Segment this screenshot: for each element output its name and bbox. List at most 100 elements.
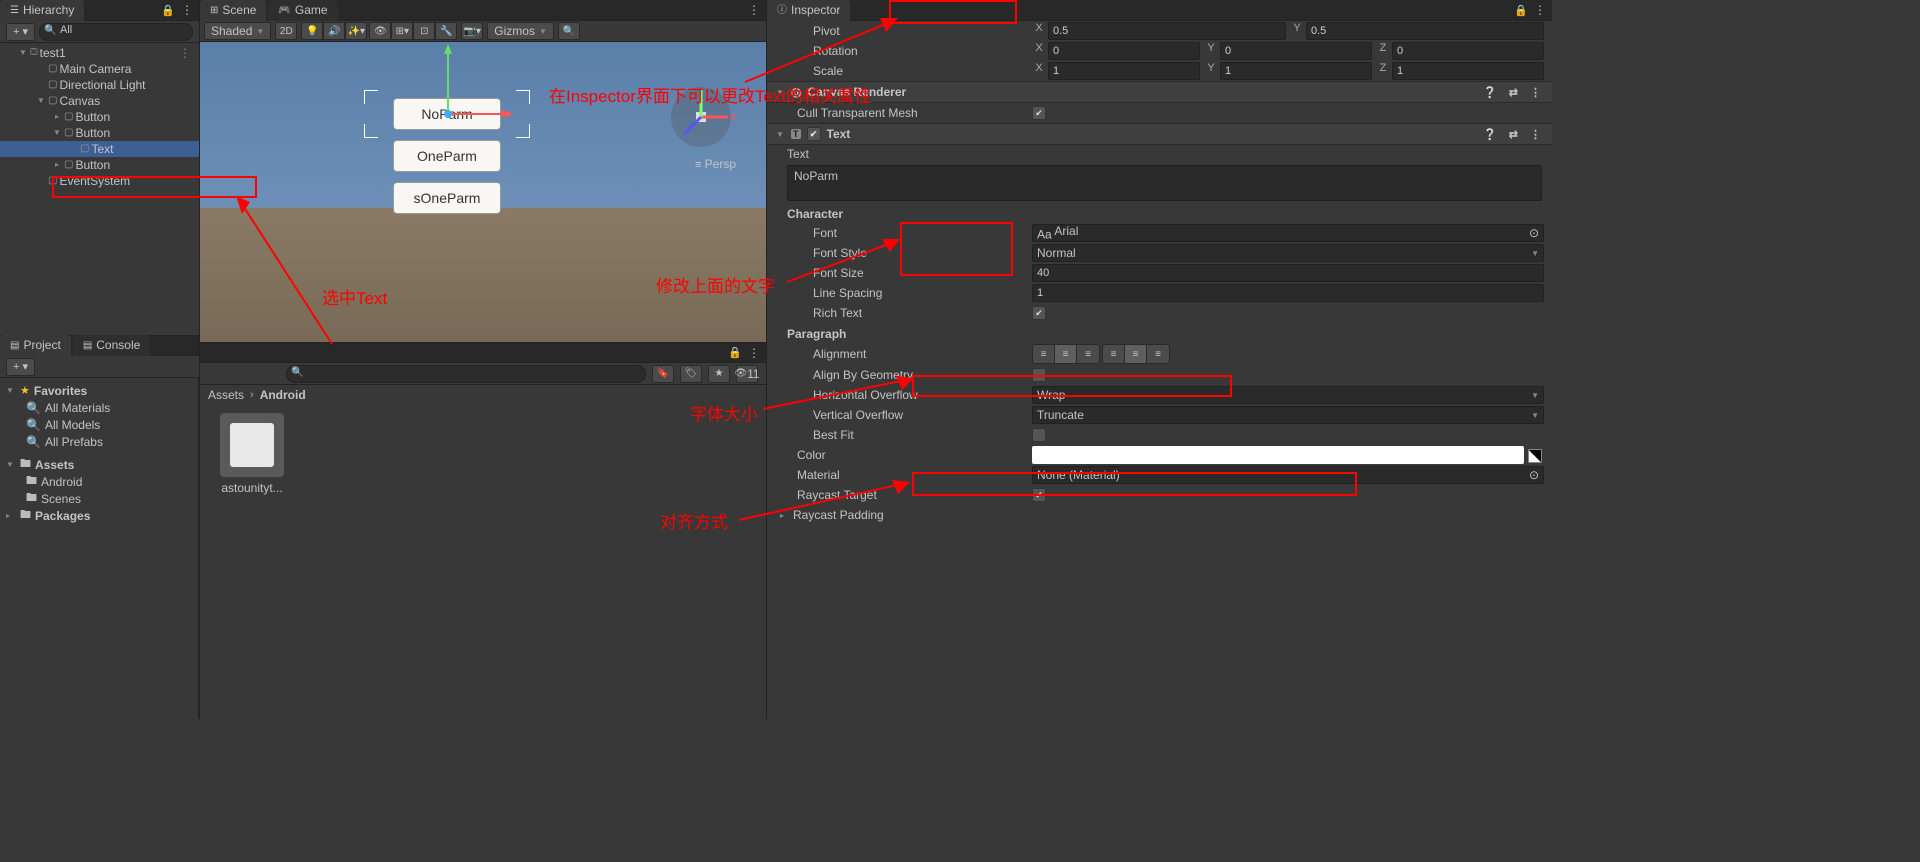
scene-menu-icon[interactable]: ⋮ bbox=[742, 3, 766, 17]
favorite-item[interactable]: 🔍All Models bbox=[0, 416, 198, 433]
scl-x-input[interactable] bbox=[1048, 62, 1200, 80]
scene-tools-icon[interactable]: 🔧 bbox=[435, 22, 457, 40]
text-enabled-checkbox[interactable] bbox=[807, 127, 821, 141]
rot-x-input[interactable] bbox=[1048, 42, 1200, 60]
align-center-button[interactable]: ≡ bbox=[1055, 345, 1077, 363]
font-style-dropdown[interactable]: Normal▼ bbox=[1032, 244, 1544, 262]
assets-folder[interactable]: ▼🖿Assets bbox=[0, 456, 198, 473]
font-size-input[interactable] bbox=[1032, 264, 1544, 282]
pivot-x-input[interactable] bbox=[1048, 22, 1286, 40]
component-menu-icon[interactable]: ⋮ bbox=[1527, 86, 1544, 99]
scl-z-input[interactable] bbox=[1392, 62, 1544, 80]
breadcrumb-item[interactable]: Android bbox=[260, 388, 306, 402]
scene-audio-icon[interactable]: 🔊 bbox=[323, 22, 345, 40]
align-middle-button[interactable]: ≡ bbox=[1125, 345, 1147, 363]
packages-folder[interactable]: ▸🖿Packages bbox=[0, 507, 198, 524]
align-top-button[interactable]: ≡ bbox=[1103, 345, 1125, 363]
text-component-header[interactable]: ▼TText❔⇄⋮ bbox=[767, 123, 1552, 145]
text-input[interactable]: NoParm bbox=[787, 165, 1542, 201]
align-bottom-button[interactable]: ≡ bbox=[1147, 345, 1169, 363]
help-icon[interactable]: ❔ bbox=[1480, 128, 1500, 141]
hierarchy-search[interactable]: All bbox=[39, 23, 193, 41]
favorite-item[interactable]: 🔍All Materials bbox=[0, 399, 198, 416]
preset-icon[interactable]: ⇄ bbox=[1506, 128, 1521, 141]
hierarchy-menu-icon[interactable]: ⋮ bbox=[175, 3, 199, 17]
scene-tab[interactable]: ⊞Scene bbox=[200, 0, 266, 21]
console-tab[interactable]: ▤Console bbox=[73, 335, 150, 356]
folder-item[interactable]: 🖿Android bbox=[0, 473, 198, 490]
lock-icon[interactable]: 🔒 bbox=[161, 4, 175, 17]
scene-hidden-icon[interactable]: 👁 bbox=[369, 22, 391, 40]
align-left-button[interactable]: ≡ bbox=[1033, 345, 1055, 363]
preset-icon[interactable]: ⇄ bbox=[1506, 86, 1521, 99]
canvas-renderer-header[interactable]: ▼◎Canvas Renderer❔⇄⋮ bbox=[767, 81, 1552, 103]
game-tab[interactable]: 🎮Game bbox=[268, 0, 337, 21]
favorites-folder[interactable]: ▼★Favorites bbox=[0, 382, 198, 399]
hierarchy-item[interactable]: ▸▢Button bbox=[0, 157, 199, 173]
lock-icon[interactable]: 🔒 bbox=[728, 346, 742, 359]
scene-camera-icon[interactable]: 📷▾ bbox=[461, 22, 483, 40]
hierarchy-tab[interactable]: ☰Hierarchy bbox=[0, 0, 84, 21]
favorite-filter-icon[interactable]: ★ bbox=[708, 365, 730, 383]
cull-mesh-checkbox[interactable] bbox=[1032, 106, 1046, 120]
picker-icon[interactable]: ⊙ bbox=[1529, 226, 1539, 240]
line-spacing-input[interactable] bbox=[1032, 284, 1544, 302]
mode-2d-button[interactable]: 2D bbox=[275, 22, 297, 40]
scene-snap-icon[interactable]: ⊡ bbox=[413, 22, 435, 40]
scene-ui-button: sOneParm bbox=[393, 182, 501, 214]
rot-z-input[interactable] bbox=[1392, 42, 1544, 60]
align-right-button[interactable]: ≡ bbox=[1077, 345, 1099, 363]
color-field[interactable] bbox=[1032, 446, 1524, 464]
favorite-item[interactable]: 🔍All Prefabs bbox=[0, 433, 198, 450]
align-geom-checkbox[interactable] bbox=[1032, 368, 1046, 382]
scene-grid-icon[interactable]: ⊞▾ bbox=[391, 22, 413, 40]
rich-text-checkbox[interactable] bbox=[1032, 306, 1046, 320]
scene-fx-icon[interactable]: ✨▾ bbox=[345, 22, 367, 40]
hidden-count[interactable]: 👁 11 bbox=[736, 365, 758, 383]
v-overflow-dropdown[interactable]: Truncate▼ bbox=[1032, 406, 1544, 424]
h-overflow-dropdown[interactable]: Wrap▼ bbox=[1032, 386, 1544, 404]
lock-icon[interactable]: 🔒 bbox=[1514, 4, 1528, 17]
picker-icon[interactable]: ⊙ bbox=[1529, 468, 1539, 482]
hierarchy-item-selected[interactable]: ▢Text bbox=[0, 141, 199, 157]
asset-item[interactable]: astounityt... bbox=[212, 413, 292, 495]
filter-type-icon[interactable]: 🔖 bbox=[652, 365, 674, 383]
hierarchy-item[interactable]: ▢Main Camera bbox=[0, 61, 199, 77]
folder-item[interactable]: 🖿Scenes bbox=[0, 490, 198, 507]
hierarchy-item[interactable]: ▼▢Button bbox=[0, 125, 199, 141]
gizmos-dropdown[interactable]: Gizmos▼ bbox=[487, 22, 554, 40]
create-button[interactable]: + ▾ bbox=[6, 23, 35, 41]
hierarchy-item[interactable]: ▼▢Canvas bbox=[0, 93, 199, 109]
breadcrumb-item[interactable]: Assets bbox=[208, 388, 244, 402]
raycast-target-checkbox[interactable] bbox=[1032, 488, 1046, 502]
font-field[interactable]: Aa Arial⊙ bbox=[1032, 224, 1544, 242]
inspector-tab[interactable]: ⓘInspector bbox=[767, 0, 850, 21]
inspector-menu-icon[interactable]: ⋮ bbox=[1528, 3, 1552, 17]
scene-search-icon[interactable]: 🔍 bbox=[558, 22, 580, 40]
perspective-label[interactable]: ≡ Persp bbox=[695, 157, 736, 171]
hierarchy-item[interactable]: ▸▢Button bbox=[0, 109, 199, 125]
project-search[interactable] bbox=[286, 365, 646, 383]
material-field[interactable]: None (Material)⊙ bbox=[1032, 466, 1544, 484]
hierarchy-item[interactable]: ▢Directional Light bbox=[0, 77, 199, 93]
pivot-y-input[interactable] bbox=[1306, 22, 1544, 40]
help-icon[interactable]: ❔ bbox=[1480, 86, 1500, 99]
scene-root[interactable]: ▼⛋test1⋮ bbox=[0, 45, 199, 61]
hierarchy-item[interactable]: ▢EventSystem bbox=[0, 173, 199, 189]
project-tab[interactable]: ▤Project bbox=[0, 335, 71, 356]
scene-light-icon[interactable]: 💡 bbox=[301, 22, 323, 40]
context-menu-icon[interactable]: ⋮ bbox=[179, 45, 199, 61]
shading-dropdown[interactable]: Shaded▼ bbox=[204, 22, 271, 40]
scene-icon: ⊞ bbox=[210, 0, 218, 21]
scl-y-input[interactable] bbox=[1220, 62, 1372, 80]
paragraph-section: Paragraph bbox=[767, 323, 1552, 343]
rot-y-input[interactable] bbox=[1220, 42, 1372, 60]
component-menu-icon[interactable]: ⋮ bbox=[1527, 128, 1544, 141]
filter-label-icon[interactable]: 🏷 bbox=[680, 365, 702, 383]
h-overflow-label: Horizontal Overflow bbox=[777, 388, 1032, 402]
orientation-gizmo[interactable]: x bbox=[666, 82, 736, 152]
best-fit-checkbox[interactable] bbox=[1032, 428, 1046, 442]
project-create-button[interactable]: + ▾ bbox=[6, 358, 35, 376]
project-menu-icon[interactable]: ⋮ bbox=[742, 346, 766, 360]
scene-viewport[interactable]: NoParm OneParm sOneParm x ≡ Persp bbox=[200, 42, 766, 342]
